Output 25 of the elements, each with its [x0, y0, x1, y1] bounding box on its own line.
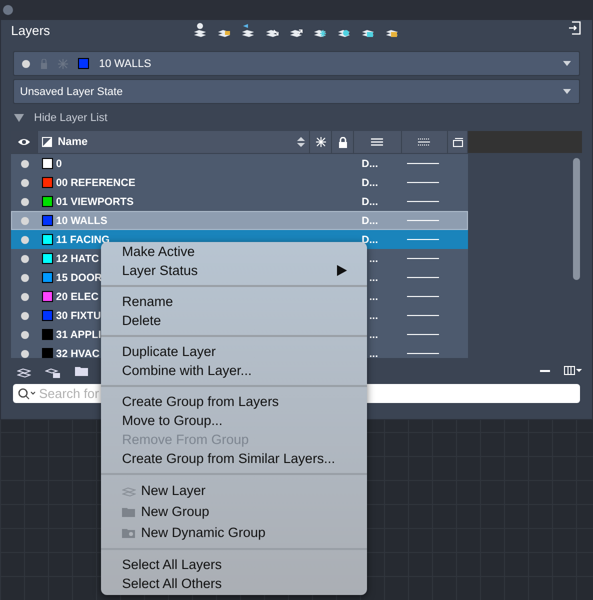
lineweight-value: D... [360, 214, 378, 226]
layer-name: 10 WALLS [56, 214, 108, 226]
current-layer-name: 10 WALLS [99, 58, 152, 70]
layer-name: 11 FACING [56, 234, 110, 246]
lineweight-value: D... [360, 158, 378, 170]
lineweight-value: ... [368, 310, 378, 322]
layer-name: 20 ELEC [56, 290, 99, 302]
lineweight-value: D... [360, 196, 378, 208]
layer-name: 15 DOOR [56, 272, 102, 284]
layer-name: 30 FIXTU [56, 310, 101, 322]
layer-name: 32 HVAC [56, 348, 100, 358]
layer-name: 31 APPLI [56, 328, 102, 340]
lineweight-value: ... [368, 272, 378, 284]
lineweight-value: ... [368, 252, 378, 264]
layer-state-value: Unsaved Layer State [20, 86, 123, 98]
lineweight-value: D... [360, 176, 378, 188]
layer-name: 00 REFERENCE [56, 176, 136, 188]
lineweight-value: D... [360, 234, 378, 246]
lineweight-value: ... [368, 348, 378, 358]
lineweight-value: ... [368, 328, 378, 340]
panel-title: Layers [11, 23, 52, 38]
layer-name: 12 HATC [56, 252, 99, 264]
layer-name: 0 [56, 158, 62, 170]
layer-name: 01 VIEWPORTS [56, 196, 134, 208]
lineweight-value: ... [368, 290, 378, 302]
